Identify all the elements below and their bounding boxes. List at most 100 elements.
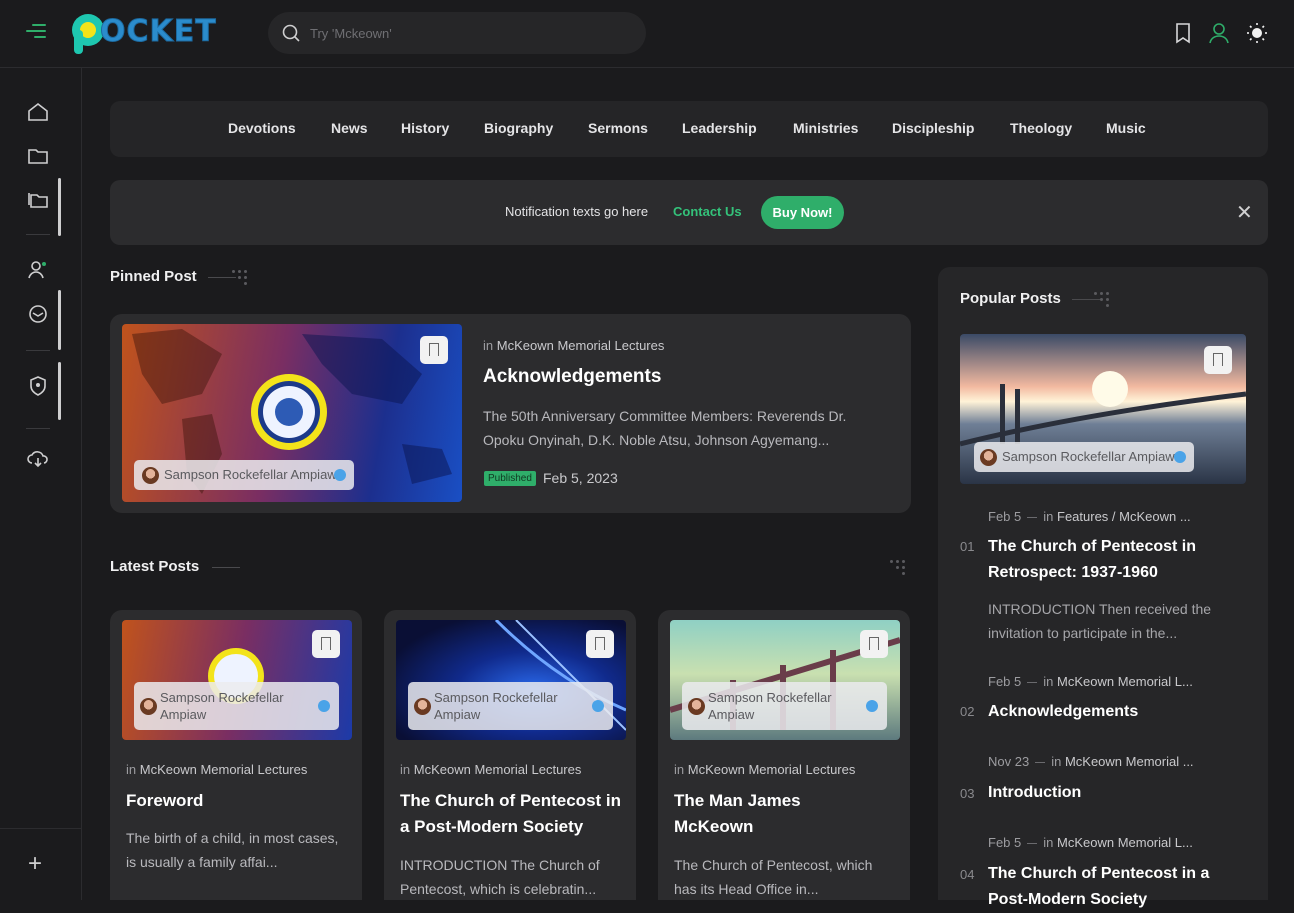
- post-excerpt: The birth of a child, in most cases, is …: [126, 830, 339, 870]
- category-link[interactable]: McKeown Memorial L...: [1057, 674, 1193, 689]
- popular-item-meta: Feb 5 in McKeown Memorial L...: [988, 674, 1193, 689]
- popular-rank: 02: [960, 704, 975, 719]
- inbox-icon[interactable]: [26, 302, 50, 326]
- pinned-post-heading: Pinned Post: [110, 268, 197, 285]
- in-label: in: [1043, 835, 1054, 850]
- cloud-download-icon[interactable]: [26, 446, 50, 470]
- logo[interactable]: OCKET: [70, 12, 230, 56]
- category-leadership[interactable]: Leadership: [682, 120, 757, 136]
- popular-post-title[interactable]: The Church of Pentecost in Retrospect: 1…: [988, 534, 1228, 586]
- bookmark-icon[interactable]: [1172, 22, 1194, 44]
- popular-post-title[interactable]: Introduction: [988, 780, 1238, 806]
- post-title[interactable]: The Man James McKeown: [674, 788, 854, 840]
- verified-icon: [318, 700, 330, 712]
- sidebar-divider: [26, 428, 50, 429]
- category-link[interactable]: McKeown Memorial Lectures: [140, 762, 308, 777]
- in-label: in: [126, 762, 137, 777]
- menu-toggle-icon[interactable]: [26, 24, 48, 42]
- post-category: in McKeown Memorial Lectures: [400, 762, 581, 777]
- popular-item-meta: Feb 5 in Features / McKeown ...: [988, 509, 1191, 524]
- post-excerpt: INTRODUCTION The Church of Pentecost, wh…: [400, 857, 600, 897]
- verified-icon: [1174, 451, 1186, 463]
- pinned-post-card[interactable]: Sampson Rockefellar Ampiaw in McKeown Me…: [110, 314, 911, 513]
- post-category: in McKeown Memorial Lectures: [483, 338, 664, 353]
- post-title[interactable]: Acknowledgements: [483, 364, 661, 390]
- sidebar: +: [0, 68, 82, 900]
- popular-posts-panel: Popular Posts Sampson Rockefellar Ampiaw…: [938, 267, 1268, 908]
- post-date: Feb 5: [988, 509, 1022, 524]
- post-image: Sampson Rockefellar Ampiaw: [396, 620, 626, 740]
- in-label: in: [674, 762, 685, 777]
- verified-icon: [866, 700, 878, 712]
- author-chip[interactable]: Sampson Rockefellar Ampiaw: [134, 682, 339, 730]
- sun-theme-icon[interactable]: [1246, 22, 1268, 44]
- latest-post-card[interactable]: Sampson Rockefellar Ampiaw in McKeown Me…: [658, 610, 910, 900]
- user-icon[interactable]: [1208, 22, 1230, 44]
- author-name: Sampson Rockefellar Ampiaw: [1002, 449, 1175, 464]
- post-category: in McKeown Memorial Lectures: [674, 762, 855, 777]
- popular-rank: 03: [960, 786, 975, 801]
- post-date: Feb 5, 2023: [543, 470, 618, 486]
- latest-post-card[interactable]: Sampson Rockefellar Ampiaw in McKeown Me…: [110, 610, 362, 900]
- author-name: Sampson Rockefellar Ampiaw: [434, 690, 558, 722]
- close-icon[interactable]: ✕: [1236, 200, 1253, 225]
- bookmark-icon[interactable]: [860, 630, 888, 658]
- sidebar-bottom-divider: [0, 828, 82, 829]
- category-link[interactable]: McKeown Memorial Lectures: [497, 338, 665, 353]
- popular-post-title[interactable]: Acknowledgements: [988, 699, 1238, 725]
- category-ministries[interactable]: Ministries: [793, 120, 858, 136]
- folder-icon[interactable]: [26, 144, 50, 168]
- home-icon[interactable]: [26, 100, 50, 124]
- bookmark-icon[interactable]: [420, 336, 448, 364]
- bookmark-icon[interactable]: [586, 630, 614, 658]
- bookmark-icon[interactable]: [312, 630, 340, 658]
- post-title[interactable]: Foreword: [126, 788, 351, 814]
- author-chip[interactable]: Sampson Rockefellar Ampiaw: [134, 460, 354, 490]
- popular-rank: 04: [960, 867, 975, 882]
- category-link[interactable]: Features / McKeown ...: [1057, 509, 1191, 524]
- featured-popular-image[interactable]: Sampson Rockefellar Ampiaw: [960, 334, 1246, 484]
- popular-item-meta: Nov 23 in McKeown Memorial ...: [988, 754, 1194, 769]
- category-discipleship[interactable]: Discipleship: [892, 120, 974, 136]
- contact-us-link[interactable]: Contact Us: [673, 204, 742, 219]
- latest-post-card[interactable]: Sampson Rockefellar Ampiaw in McKeown Me…: [384, 610, 636, 900]
- popular-item-meta: Feb 5 in McKeown Memorial L...: [988, 835, 1193, 850]
- sidebar-divider: [26, 350, 50, 351]
- popular-post-excerpt: INTRODUCTION Then received the invitatio…: [988, 601, 1212, 641]
- category-theology[interactable]: Theology: [1010, 120, 1072, 136]
- post-date: Feb 5: [988, 674, 1022, 689]
- popular-post-title[interactable]: The Church of Pentecost in a Post-Modern…: [988, 861, 1238, 913]
- post-excerpt: The 50th Anniversary Committee Members: …: [483, 408, 847, 448]
- author-chip[interactable]: Sampson Rockefellar Ampiaw: [408, 682, 613, 730]
- search-input[interactable]: [310, 12, 630, 54]
- logo-text: OCKET: [100, 14, 217, 50]
- latest-posts-heading: Latest Posts: [110, 558, 200, 575]
- search-bar[interactable]: [268, 12, 646, 54]
- category-sermons[interactable]: Sermons: [588, 120, 648, 136]
- users-icon[interactable]: [26, 258, 50, 282]
- bookmark-icon[interactable]: [1204, 346, 1232, 374]
- category-link[interactable]: McKeown Memorial Lectures: [414, 762, 582, 777]
- folders-icon[interactable]: [26, 188, 50, 212]
- category-devotions[interactable]: Devotions: [228, 120, 296, 136]
- heading-line: [212, 567, 240, 568]
- post-title[interactable]: The Church of Pentecost in a Post-Modern…: [400, 788, 625, 840]
- category-news[interactable]: News: [331, 120, 368, 136]
- add-icon[interactable]: +: [28, 850, 42, 878]
- category-link[interactable]: McKeown Memorial L...: [1057, 835, 1193, 850]
- category-link[interactable]: McKeown Memorial Lectures: [688, 762, 856, 777]
- shield-icon[interactable]: [26, 374, 50, 398]
- avatar: [688, 698, 705, 715]
- sidebar-group-indicator: [58, 290, 61, 350]
- author-chip[interactable]: Sampson Rockefellar Ampiaw: [974, 442, 1194, 472]
- category-biography[interactable]: Biography: [484, 120, 553, 136]
- buy-now-button[interactable]: Buy Now!: [761, 196, 844, 229]
- notification-text: Notification texts go here: [505, 204, 649, 219]
- drag-dots-icon: [232, 268, 252, 288]
- sidebar-active-indicator: [58, 178, 61, 236]
- category-link[interactable]: McKeown Memorial ...: [1065, 754, 1194, 769]
- pinned-post-image: Sampson Rockefellar Ampiaw: [122, 324, 462, 502]
- category-music[interactable]: Music: [1106, 120, 1146, 136]
- author-chip[interactable]: Sampson Rockefellar Ampiaw: [682, 682, 887, 730]
- category-history[interactable]: History: [401, 120, 449, 136]
